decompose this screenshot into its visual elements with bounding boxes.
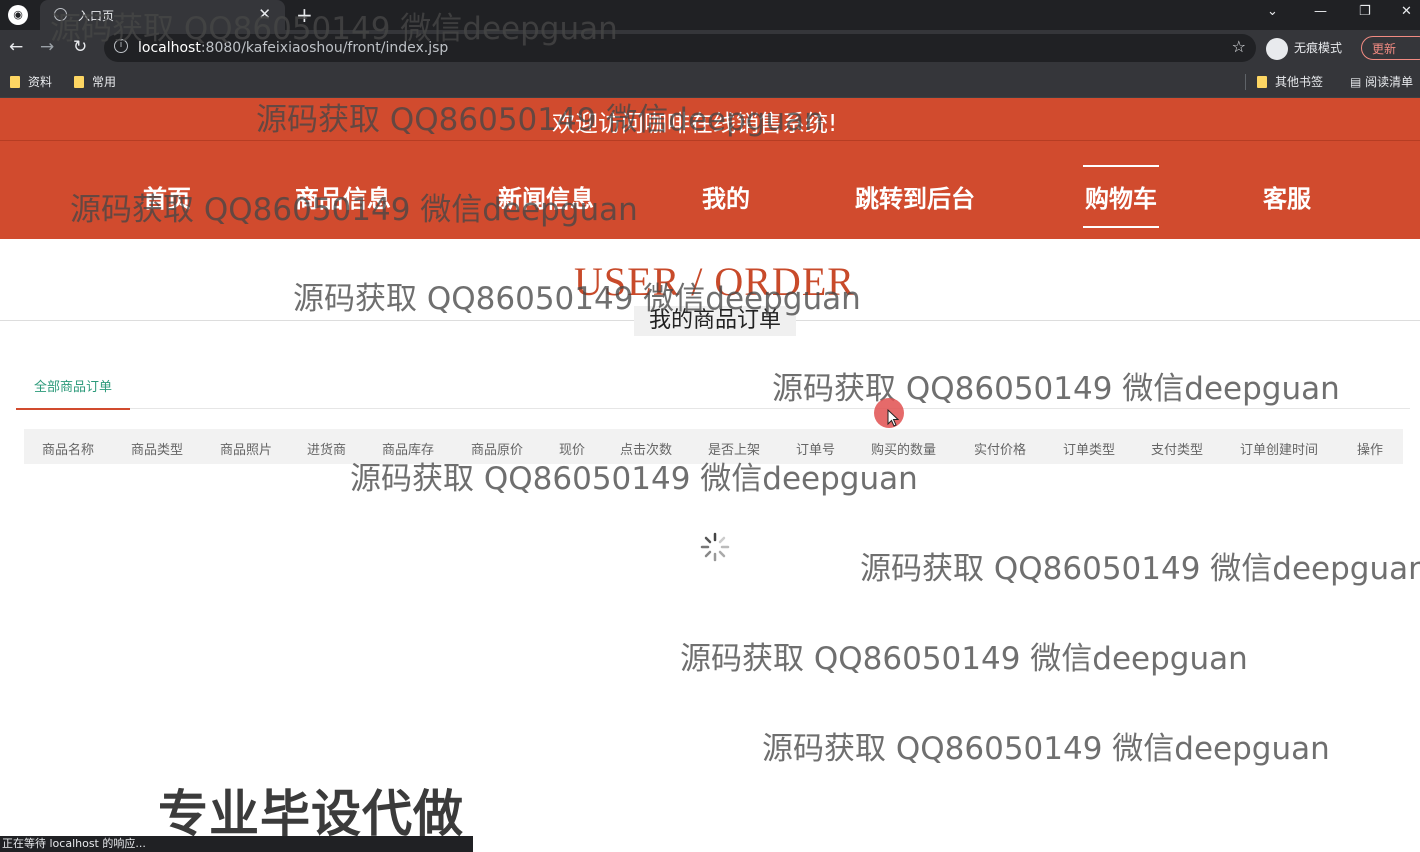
- minimize-button[interactable]: —: [1314, 4, 1327, 19]
- browser-tab-strip: ◉ 入口页 ✕ + ⌄ — ❐ ✕: [0, 0, 1420, 30]
- welcome-text: 欢迎访问咖啡在线销售系统!: [552, 111, 838, 137]
- nav-news[interactable]: 新闻信息: [498, 179, 594, 214]
- watermark: 源码获取 QQ86050149 微信deepguan: [680, 641, 1248, 677]
- column-header: 商品类型: [131, 443, 184, 458]
- nav-cart[interactable]: 购物车: [1083, 165, 1159, 228]
- nav-service[interactable]: 客服: [1263, 179, 1311, 214]
- column-header: 点击次数: [620, 443, 673, 458]
- new-tab-button[interactable]: +: [296, 3, 313, 27]
- column-header: 订单号: [796, 443, 836, 458]
- nav-products[interactable]: 商品信息: [295, 179, 391, 214]
- restore-button[interactable]: ❐: [1359, 4, 1371, 19]
- column-header: 商品库存: [382, 443, 435, 458]
- reload-icon[interactable]: ↻: [73, 37, 87, 57]
- column-header: 实付价格: [974, 443, 1027, 458]
- column-header: 订单创建时间: [1240, 443, 1319, 458]
- nav-home[interactable]: 首页: [143, 179, 191, 214]
- incognito-icon: [1266, 37, 1288, 60]
- globe-icon: [54, 8, 67, 21]
- column-header: 购买的数量: [871, 443, 937, 458]
- bookmarks-bar: 资料 常用 其他书签 ▤ 阅读清单: [0, 66, 1420, 98]
- browser-status-bar: 正在等待 localhost 的响应...: [0, 836, 473, 852]
- column-header: 支付类型: [1151, 443, 1204, 458]
- folder-icon: [74, 76, 84, 88]
- cursor-arrow-icon: [887, 409, 899, 427]
- column-header: 现价: [559, 443, 586, 458]
- loading-spinner-icon: [700, 532, 730, 562]
- url-text: localhost:8080/kafeixiaoshou/front/index…: [138, 40, 449, 56]
- column-header: 操作: [1357, 443, 1384, 458]
- mouse-cursor-highlight: [874, 398, 904, 428]
- section-title-cn: 我的商品订单: [634, 306, 796, 336]
- column-header: 订单类型: [1063, 443, 1116, 458]
- order-tabs: 全部商品订单: [16, 368, 1410, 410]
- nav-mine[interactable]: 我的: [702, 179, 750, 214]
- watermark: 源码获取 QQ86050149 微信deepguan: [762, 731, 1330, 767]
- bookmark-folder[interactable]: 资料: [10, 73, 52, 90]
- column-header: 商品原价: [471, 443, 524, 458]
- tab-title: 入口页: [78, 9, 115, 23]
- close-tab-icon[interactable]: ✕: [258, 5, 271, 23]
- site-info-icon[interactable]: i: [114, 39, 128, 53]
- bookmark-star-icon[interactable]: ☆: [1232, 37, 1246, 56]
- browser-menu-icon[interactable]: ◉: [8, 5, 28, 25]
- column-header: 进货商: [307, 443, 347, 458]
- orders-table-header: 商品名称 商品类型 商品照片 进货商 商品库存 商品原价 现价 点击次数 是否上…: [24, 429, 1403, 464]
- column-header: 商品照片: [220, 443, 273, 458]
- main-nav: 首页 商品信息 新闻信息 我的 跳转到后台 购物车 客服: [0, 140, 1420, 239]
- watermark: 源码获取 QQ86050149 微信deepguan: [860, 551, 1420, 587]
- folder-icon: [1257, 76, 1267, 88]
- update-button[interactable]: 更新: [1361, 36, 1420, 60]
- tab-all-orders[interactable]: 全部商品订单: [16, 368, 130, 410]
- browser-tab[interactable]: 入口页 ✕: [40, 0, 285, 30]
- nav-admin[interactable]: 跳转到后台: [855, 179, 975, 214]
- browser-toolbar: ← → ↻ i localhost:8080/kafeixiaoshou/fro…: [0, 30, 1420, 66]
- bookmark-folder[interactable]: 常用: [74, 73, 116, 90]
- other-bookmarks[interactable]: 其他书签: [1257, 73, 1323, 90]
- bookmarks-divider: [1245, 74, 1246, 90]
- section-title-en: USER / ORDER: [574, 259, 855, 304]
- column-header: 商品名称: [42, 443, 95, 458]
- close-window-button[interactable]: ✕: [1401, 4, 1412, 19]
- folder-icon: [10, 76, 20, 88]
- welcome-banner: 欢迎访问咖啡在线销售系统!: [0, 98, 1420, 140]
- tab-search-icon[interactable]: ⌄: [1267, 4, 1278, 19]
- column-header: 是否上架: [708, 443, 761, 458]
- incognito-indicator[interactable]: 无痕模式: [1266, 36, 1342, 60]
- address-bar[interactable]: i localhost:8080/kafeixiaoshou/front/ind…: [104, 34, 1256, 62]
- back-icon[interactable]: ←: [9, 37, 23, 57]
- reading-list[interactable]: ▤ 阅读清单: [1350, 73, 1413, 90]
- forward-icon[interactable]: →: [40, 37, 54, 57]
